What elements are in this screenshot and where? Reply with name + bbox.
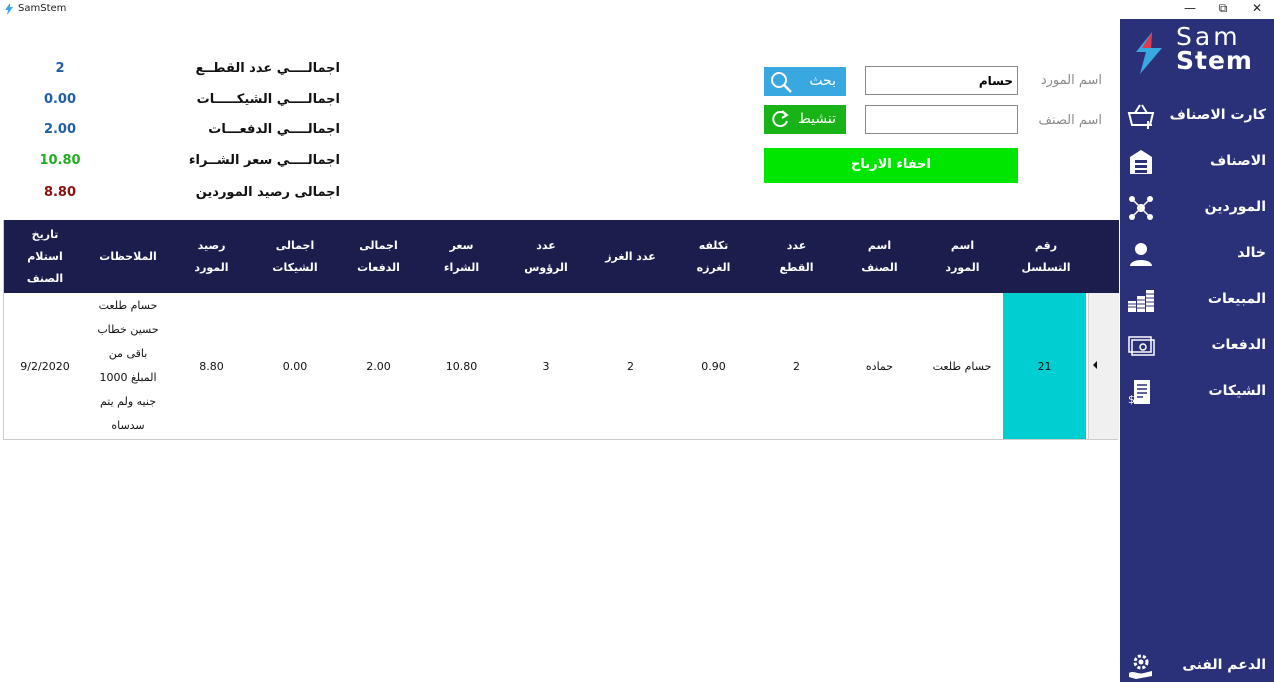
suppliers-table: رقم التسلسل اسم المورد اسم الصنف عدد الق…	[3, 220, 1119, 440]
refresh-button-label: تنشيط	[797, 111, 836, 127]
refresh-button[interactable]: تنشيط	[764, 105, 846, 134]
support-icon	[1129, 654, 1152, 679]
search-button[interactable]: بحث	[764, 67, 846, 96]
cell-purchase-price[interactable]: 10.80	[420, 293, 503, 439]
column-header-supplier[interactable]: اسم المورد	[921, 220, 1004, 293]
summary-value: 8.80	[43, 185, 77, 200]
sidebar-item-items-card[interactable]: كارت الاصناف	[1120, 97, 1274, 137]
logo-mark-icon	[1136, 32, 1162, 74]
warehouse-icon	[1130, 150, 1152, 174]
summary-label: اجمالــــي سعر الشــراء	[188, 153, 340, 168]
sidebar-item-payments[interactable]: الدفعات	[1120, 327, 1274, 367]
column-header-stitches[interactable]: عدد الغرز	[589, 220, 672, 293]
summary-label: اجمالــــي الشيكـــــات	[196, 92, 340, 107]
sidebar-item-label: الدعم الفنى	[1182, 657, 1266, 673]
summary-row-purchase: اجمالــــي سعر الشــراء 10.80	[0, 150, 360, 174]
summary-row-payments: اجمالــــي الدفعـــات 2.00	[0, 119, 360, 143]
item-name-label: اسم الصنف	[1038, 113, 1102, 128]
cell-heads[interactable]: 3	[503, 293, 589, 439]
minimize-button[interactable]: —	[1175, 0, 1205, 18]
summary-label: اجمالى رصيد الموردين	[195, 185, 340, 200]
summary-label: اجمالــــي عدد القطــع	[195, 61, 340, 76]
row-pointer-icon	[1093, 361, 1097, 369]
receipt-icon: $	[1128, 380, 1150, 406]
cell-received-date[interactable]: 9/2/2020	[4, 293, 86, 439]
column-header-total-checks[interactable]: اجمالى الشيكات	[253, 220, 337, 293]
column-header-received-date[interactable]: تاريخ استلام الصنف	[4, 220, 86, 293]
table-row[interactable]: 21 حسام طلعت حماده 2 0.90 2 3 10.80 2.00…	[4, 293, 1119, 439]
summary-value: 2	[55, 61, 65, 76]
column-header-pieces[interactable]: عدد القطع	[755, 220, 838, 293]
window-title: SamStem	[18, 3, 67, 14]
cell-supplier[interactable]: حسام طلعت	[921, 293, 1003, 439]
cell-total-checks[interactable]: 0.00	[253, 293, 337, 439]
basket-plus-icon	[1127, 104, 1155, 129]
summary-row-pieces: اجمالــــي عدد القطــع 2	[0, 58, 360, 82]
search-button-label: بحث	[809, 73, 836, 89]
logo-text: Sam Stem	[1176, 24, 1253, 75]
sidebar-item-user[interactable]: خالد	[1120, 235, 1274, 275]
sidebar-item-support[interactable]: الدعم الفنى	[1120, 647, 1274, 682]
summary-value: 0.00	[43, 92, 77, 107]
sidebar-item-label: المبيعات	[1207, 291, 1266, 307]
item-name-input[interactable]	[865, 105, 1018, 134]
coins-icon	[1128, 290, 1154, 312]
summary-value: 2.00	[43, 122, 77, 137]
sidebar: Sam Stem كارت الاصناف الاصناف الموردين خ…	[1120, 19, 1274, 682]
user-icon	[1130, 243, 1152, 266]
supplier-name-input[interactable]	[865, 66, 1018, 95]
column-header-notes[interactable]: الملاحظات	[86, 220, 170, 293]
restore-button[interactable]: ⧉	[1208, 0, 1238, 18]
app-logo-icon	[5, 3, 13, 15]
column-header-purchase-price[interactable]: سعر الشراء	[420, 220, 503, 293]
sidebar-item-label: خالد	[1237, 245, 1266, 261]
cash-icon	[1128, 336, 1155, 356]
sidebar-item-label: الدفعات	[1211, 337, 1266, 353]
logo-line-2: Stem	[1176, 46, 1253, 75]
cell-total-payments[interactable]: 2.00	[337, 293, 420, 439]
supplier-name-label: اسم المورد	[1040, 73, 1102, 88]
title-bar: SamStem — ⧉ ✕	[0, 0, 1274, 18]
refresh-icon	[772, 110, 789, 128]
close-button[interactable]: ✕	[1242, 0, 1272, 18]
sidebar-item-label: الاصناف	[1210, 153, 1266, 169]
table-header: رقم التسلسل اسم المورد اسم الصنف عدد الق…	[4, 220, 1119, 293]
column-header-heads[interactable]: عدد الرؤوس	[503, 220, 589, 293]
column-header-stitch-cost[interactable]: تكلفه الغرزه	[672, 220, 755, 293]
summary-row-checks: اجمالــــي الشيكـــــات 0.00	[0, 89, 360, 113]
column-header-item[interactable]: اسم الصنف	[838, 220, 921, 293]
summary-value: 10.80	[39, 153, 81, 168]
cell-item[interactable]: حماده	[838, 293, 921, 439]
summary-row-supplier-balance: اجمالى رصيد الموردين 8.80	[0, 182, 360, 206]
hide-profits-button[interactable]: اخفاء الارباح	[764, 148, 1018, 183]
network-icon	[1129, 196, 1153, 220]
cell-pieces[interactable]: 2	[755, 293, 838, 439]
cell-stitches[interactable]: 2	[589, 293, 672, 439]
cell-notes[interactable]: حسام طلعت حسين خطاب باقى من المبلغ 1000 …	[92, 293, 164, 439]
column-header-serial[interactable]: رقم التسلسل	[1004, 220, 1088, 293]
svg-text:$: $	[1128, 393, 1135, 406]
sidebar-item-label: كارت الاصناف	[1169, 107, 1266, 123]
cell-serial[interactable]: 21	[1003, 293, 1086, 439]
row-selector[interactable]	[1088, 293, 1119, 439]
column-header-supplier-balance[interactable]: رصيد المورد	[170, 220, 253, 293]
sidebar-item-label: الشيكات	[1208, 383, 1266, 399]
cell-stitch-cost[interactable]: 0.90	[672, 293, 755, 439]
hide-profits-button-label: اخفاء الارباح	[851, 157, 931, 172]
cell-supplier-balance[interactable]: 8.80	[170, 293, 253, 439]
app-logo: Sam Stem	[1128, 24, 1274, 77]
sidebar-item-checks[interactable]: $ الشيكات	[1120, 373, 1274, 413]
sidebar-item-label: الموردين	[1204, 199, 1266, 215]
sidebar-item-suppliers[interactable]: الموردين	[1120, 189, 1274, 229]
search-icon	[771, 72, 792, 93]
sidebar-item-sales[interactable]: المبيعات	[1120, 281, 1274, 321]
sidebar-item-items[interactable]: الاصناف	[1120, 143, 1274, 183]
column-header-total-payments[interactable]: اجمالى الدفعات	[337, 220, 420, 293]
summary-label: اجمالــــي الدفعـــات	[208, 122, 340, 137]
